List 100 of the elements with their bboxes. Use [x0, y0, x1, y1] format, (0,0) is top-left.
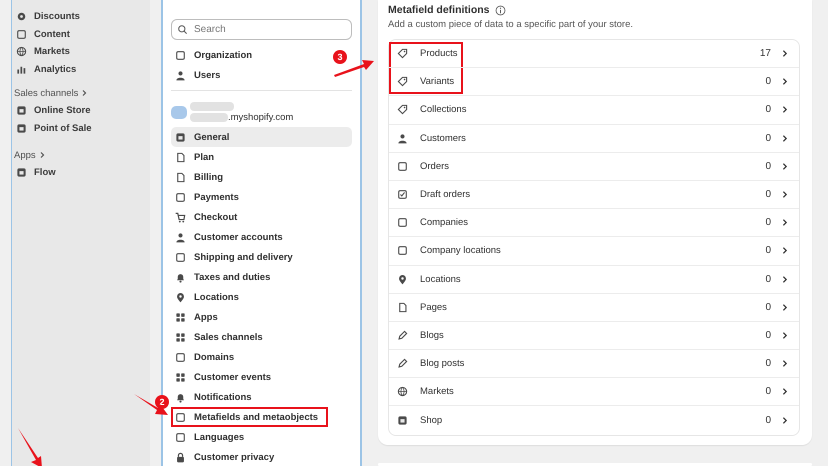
definition-row[interactable]: Blogs 0 — [389, 322, 799, 350]
settings-item[interactable]: Users — [171, 65, 226, 85]
definition-row[interactable]: Companies 0 — [389, 209, 799, 238]
definition-row[interactable]: Shop 0 — [389, 406, 799, 435]
definition-row[interactable]: Orders 0 — [389, 152, 799, 181]
settings-item[interactable]: Customer privacy — [171, 447, 280, 466]
cart-icon — [175, 212, 186, 222]
square-icon — [397, 245, 408, 256]
square-icon — [175, 412, 186, 422]
chevron-icon — [780, 190, 789, 200]
search-icon — [177, 24, 188, 35]
pencil-icon — [397, 358, 408, 370]
grid-icon — [175, 312, 186, 322]
settings-item[interactable]: Notifications — [171, 387, 258, 407]
pencil-icon — [397, 330, 408, 341]
definition-row[interactable]: Draft orders 0 — [389, 180, 799, 210]
definition-row[interactable]: Variants 0 — [389, 68, 799, 96]
nav-item[interactable]: Online Store — [12, 102, 150, 120]
square-icon — [175, 352, 186, 362]
globe-icon — [397, 386, 408, 398]
chevron-icon — [780, 274, 789, 284]
search-field[interactable]: Search — [171, 19, 352, 40]
person-icon — [175, 232, 186, 242]
chevron-icon — [780, 49, 789, 58]
bell-icon — [175, 272, 186, 282]
nav-item[interactable]: Flow — [12, 164, 150, 182]
settings-item[interactable]: Apps — [171, 307, 224, 327]
square-icon — [175, 252, 186, 262]
settings-item[interactable]: Locations — [171, 287, 245, 307]
nav-item[interactable]: Point of Sale — [12, 120, 150, 137]
chevron-icon — [780, 330, 789, 340]
section-heading[interactable]: Apps — [12, 146, 150, 164]
settings-item[interactable]: Customer events — [171, 367, 278, 387]
chevron-icon — [780, 302, 789, 312]
blurred-store-subdomain — [190, 112, 228, 122]
settings-item[interactable]: Plan — [171, 147, 220, 167]
settings-item[interactable]: Checkout — [171, 207, 244, 227]
settings-item[interactable]: General — [171, 127, 352, 147]
settings-item[interactable]: Billing — [171, 167, 230, 187]
chevron-icon — [780, 387, 789, 396]
definition-row[interactable]: Customers 0 — [389, 124, 799, 153]
doc-icon — [175, 172, 186, 182]
settings-item[interactable]: Organization — [171, 45, 258, 65]
grid-icon — [175, 332, 186, 342]
chevron-icon — [780, 218, 789, 228]
chevron-icon — [780, 105, 789, 114]
settings-item[interactable]: Sales channels — [171, 327, 269, 347]
chevron-icon — [780, 77, 789, 86]
tag-icon — [397, 104, 408, 116]
section-heading[interactable]: Sales channels — [12, 84, 150, 102]
store-icon — [175, 132, 186, 142]
pointer-arrow — [18, 428, 42, 466]
card-title: Metafield definitions — [388, 4, 490, 16]
settings-item[interactable]: Customer accounts — [171, 227, 289, 247]
settings-item[interactable]: Shipping and delivery — [171, 247, 299, 267]
nav-item[interactable]: Discounts — [12, 8, 150, 26]
definition-row[interactable]: Products 17 — [389, 40, 799, 68]
store-icon — [397, 415, 408, 426]
chevron-icon — [80, 89, 88, 97]
chevron-icon — [780, 246, 789, 256]
info-icon[interactable] — [494, 4, 506, 16]
square-icon — [175, 432, 186, 442]
settings-item[interactable]: Domains — [171, 347, 240, 367]
chevron-icon — [780, 134, 789, 143]
settings-item[interactable]: Taxes and duties — [171, 267, 276, 287]
definition-row[interactable]: Collections 0 — [389, 96, 799, 125]
pin-icon — [175, 292, 186, 302]
chevron-icon — [780, 162, 789, 171]
tag-icon — [397, 76, 408, 88]
store-icon — [16, 105, 27, 116]
settings-item[interactable]: Languages — [171, 427, 250, 447]
tag-icon — [397, 48, 408, 60]
definition-row[interactable]: Pages 0 — [389, 294, 799, 322]
nav-item[interactable]: Content — [12, 26, 150, 43]
settings-item[interactable]: Metafields and metaobjects — [171, 407, 328, 427]
definition-row[interactable]: Company locations 0 — [389, 237, 799, 266]
nav-item[interactable]: Markets — [12, 43, 150, 60]
pin-icon — [397, 274, 408, 285]
person-icon — [175, 70, 186, 80]
square-icon — [397, 217, 408, 228]
square-icon — [397, 160, 408, 172]
store-icon — [16, 167, 27, 178]
blurred-store-name — [190, 102, 234, 110]
definition-row[interactable]: Blog posts 0 — [389, 350, 799, 378]
lock-icon — [175, 452, 186, 462]
person-icon — [397, 132, 408, 144]
store-domain: .myshopify.com — [228, 112, 294, 122]
square-icon — [16, 28, 27, 40]
settings-item[interactable]: Payments — [171, 187, 245, 207]
square-icon — [175, 192, 186, 202]
check-icon — [397, 189, 408, 200]
nav-item[interactable]: Analytics — [12, 60, 150, 78]
chevron-icon — [780, 359, 789, 368]
grid-icon — [175, 372, 186, 382]
definition-row[interactable]: Locations 0 — [389, 266, 799, 294]
definition-row[interactable]: Markets 0 — [389, 378, 799, 406]
store-icon — [16, 122, 27, 134]
doc-icon — [175, 152, 186, 162]
blurred-store-avatar — [171, 106, 187, 118]
card-description: Add a custom piece of data to a specific part of your store. — [388, 19, 634, 30]
